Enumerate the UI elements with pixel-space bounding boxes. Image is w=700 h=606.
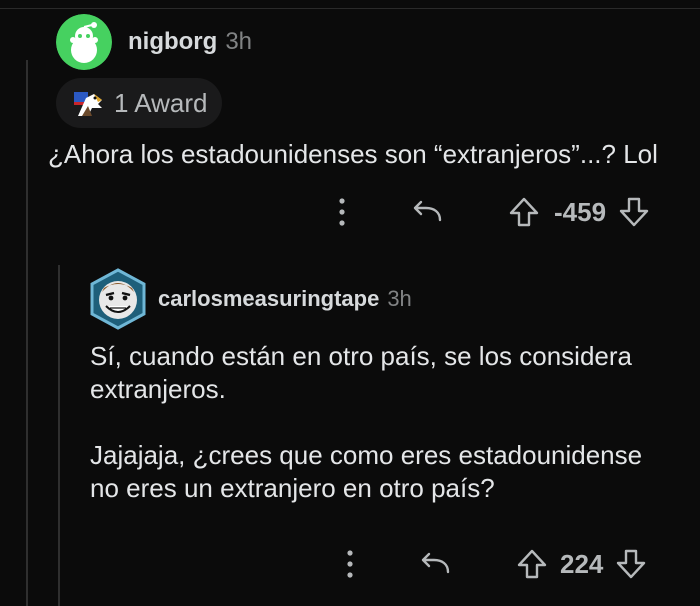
award-label: 1 Award	[114, 87, 208, 118]
divider	[0, 8, 700, 9]
vote-score: 224	[560, 548, 604, 579]
comment-actions: -459	[330, 194, 650, 230]
upvote-icon[interactable]	[508, 196, 540, 228]
downvote-icon[interactable]	[618, 196, 650, 228]
downvote-icon[interactable]	[615, 548, 647, 580]
avatar[interactable]	[56, 14, 112, 70]
comment-text-line: extranjeros.	[90, 374, 226, 404]
award-badge[interactable]: 1 Award	[56, 78, 222, 128]
avatar[interactable]	[88, 268, 148, 330]
thread-line-reply[interactable]	[58, 265, 60, 606]
reddit-snoo-icon	[56, 14, 112, 70]
comment-body: ¿Ahora los estadounidenses son “extranje…	[48, 138, 698, 170]
comment-header: nigborg 3h	[56, 14, 252, 70]
thread-line[interactable]	[26, 60, 28, 606]
comment-text-line: no eres un extranjero en otro país?	[90, 473, 495, 503]
comment-text-line: Sí, cuando están en otro país, se los co…	[90, 341, 633, 371]
upvote-icon[interactable]	[516, 548, 548, 580]
timestamp: 3h	[387, 286, 412, 311]
more-options-icon[interactable]	[330, 196, 354, 228]
comment-text: ¿Ahora los estadounidenses son “extranje…	[48, 139, 658, 169]
username[interactable]: carlosmeasuringtape	[158, 286, 379, 312]
username[interactable]: nigborg	[128, 28, 217, 56]
comment-header: carlosmeasuringtape 3h	[88, 268, 412, 330]
reply-icon[interactable]	[410, 198, 444, 226]
vote-score: -459	[554, 196, 607, 227]
timestamp: 3h	[225, 28, 253, 55]
comment-actions: 224	[338, 546, 647, 582]
comment-body: Sí, cuando están en otro país, se los co…	[90, 340, 695, 505]
eagle-award-icon	[74, 92, 102, 116]
comment-text-line: Jajajaja, ¿crees que como eres estadouni…	[90, 440, 643, 470]
trollface-avatar-icon	[90, 268, 146, 330]
more-options-icon[interactable]	[338, 548, 362, 580]
reply-icon[interactable]	[418, 550, 452, 578]
